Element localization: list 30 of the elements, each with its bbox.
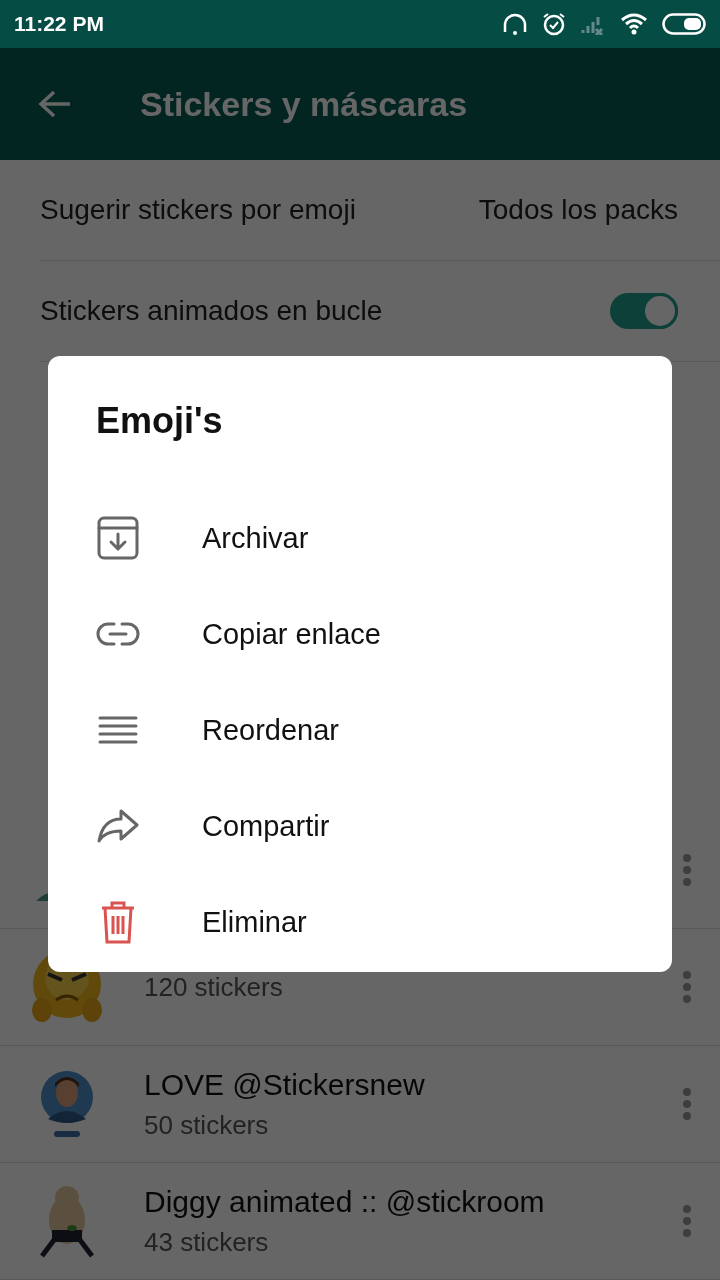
sticker-count: 43 stickers: [144, 1226, 270, 1258]
setting-label: Stickers animados en bucle: [40, 295, 383, 327]
lines-icon: [98, 716, 138, 744]
setting-label: Sugerir stickers por emoji: [40, 194, 356, 226]
pack-name: LOVE @Stickersnew: [144, 1067, 426, 1102]
wifi-icon: [620, 13, 648, 35]
pack-name: Diggy animated :: @stickroom: [144, 1184, 546, 1219]
back-arrow-icon[interactable]: [38, 89, 72, 119]
more-icon[interactable]: [682, 1204, 692, 1238]
loop-switch[interactable]: [610, 293, 678, 329]
share-icon: [97, 809, 139, 843]
more-icon[interactable]: [682, 853, 692, 887]
menu-option[interactable]: Compartir: [202, 809, 330, 843]
menu-option[interactable]: Copiar enlace: [202, 617, 381, 651]
menu-option[interactable]: Archivar: [202, 521, 309, 555]
link-icon: [96, 622, 140, 646]
archive-icon: [97, 516, 139, 560]
sticker-count: 120 stickers: [144, 971, 284, 1003]
menu-option[interactable]: Reordenar: [202, 713, 340, 747]
menu-option[interactable]: Eliminar: [202, 905, 307, 939]
delete-icon: [100, 900, 136, 944]
headphones-icon: [502, 12, 528, 36]
screen-title: Stickers y máscaras: [140, 84, 468, 124]
dialog-title: Emoji's: [96, 400, 224, 443]
status-time: 11:22 PM: [14, 12, 104, 36]
alarm-icon: [542, 12, 566, 36]
sticker-count: 50 stickers: [144, 1109, 270, 1141]
more-icon[interactable]: [682, 970, 692, 1004]
battery-icon: [662, 13, 706, 35]
more-icon[interactable]: [682, 1087, 692, 1121]
